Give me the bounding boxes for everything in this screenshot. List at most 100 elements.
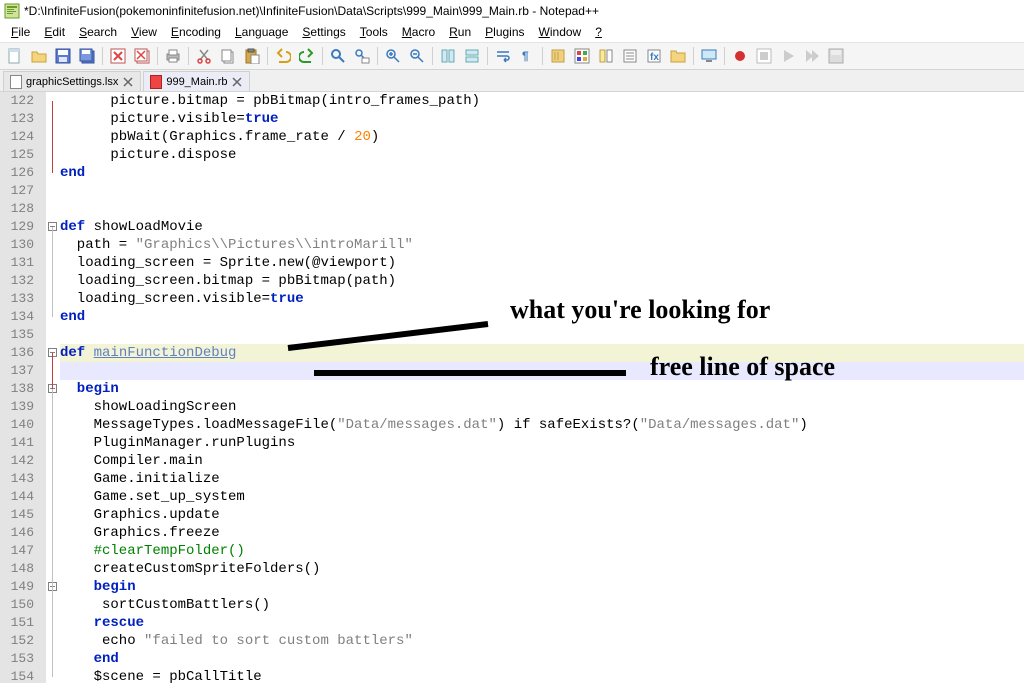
code-line[interactable]: #clearTempFolder(): [60, 542, 1024, 560]
code-line[interactable]: loading_screen.visible=true: [60, 290, 1024, 308]
line-number: 140: [0, 416, 40, 434]
menu-encoding[interactable]: Encoding: [164, 24, 228, 40]
menu-view[interactable]: View: [124, 24, 164, 40]
line-number: 151: [0, 614, 40, 632]
new-file-icon[interactable]: [4, 45, 26, 67]
code-line[interactable]: [60, 200, 1024, 218]
tab-graphicsettings-lsx[interactable]: graphicSettings.lsx: [3, 71, 141, 91]
menu-search[interactable]: Search: [72, 24, 124, 40]
copy-icon[interactable]: [217, 45, 239, 67]
code-line[interactable]: loading_screen.bitmap = pbBitmap(path): [60, 272, 1024, 290]
menu-edit[interactable]: Edit: [37, 24, 72, 40]
menu-window[interactable]: Window: [532, 24, 589, 40]
code-line[interactable]: picture.visible=true: [60, 110, 1024, 128]
line-number: 135: [0, 326, 40, 344]
code-line[interactable]: [60, 182, 1024, 200]
menu-help[interactable]: ?: [588, 24, 609, 40]
menu-file[interactable]: File: [4, 24, 37, 40]
code-line[interactable]: end: [60, 164, 1024, 182]
line-number: 150: [0, 596, 40, 614]
code-editor[interactable]: 1221231241251261271281291301311321331341…: [0, 92, 1024, 683]
cut-icon[interactable]: [193, 45, 215, 67]
record-icon[interactable]: [729, 45, 751, 67]
code-line[interactable]: path = "Graphics\\Pictures\\introMarill": [60, 236, 1024, 254]
save-all-icon[interactable]: [76, 45, 98, 67]
wordwrap-icon[interactable]: [492, 45, 514, 67]
zoom-in-icon[interactable]: [382, 45, 404, 67]
code-line[interactable]: Graphics.update: [60, 506, 1024, 524]
line-number: 139: [0, 398, 40, 416]
menu-run[interactable]: Run: [442, 24, 478, 40]
print-icon[interactable]: [162, 45, 184, 67]
line-number: 124: [0, 128, 40, 146]
menu-plugins[interactable]: Plugins: [478, 24, 531, 40]
close-icon[interactable]: [107, 45, 129, 67]
sync-v-icon[interactable]: [437, 45, 459, 67]
func-list-icon[interactable]: fx: [643, 45, 665, 67]
menu-language[interactable]: Language: [228, 24, 295, 40]
save-macro-icon[interactable]: [825, 45, 847, 67]
code-line[interactable]: def mainFunctionDebug: [60, 344, 1024, 362]
paste-icon[interactable]: [241, 45, 263, 67]
code-line[interactable]: createCustomSpriteFolders(): [60, 560, 1024, 578]
code-line[interactable]: begin: [60, 578, 1024, 596]
redo-icon[interactable]: [296, 45, 318, 67]
sync-h-icon[interactable]: [461, 45, 483, 67]
code-line[interactable]: picture.bitmap = pbBitmap(intro_frames_p…: [60, 92, 1024, 110]
code-line[interactable]: PluginManager.runPlugins: [60, 434, 1024, 452]
code-line[interactable]: echo "failed to sort custom battlers": [60, 632, 1024, 650]
file-icon: [10, 75, 22, 89]
save-icon[interactable]: [52, 45, 74, 67]
code-line[interactable]: sortCustomBattlers(): [60, 596, 1024, 614]
folder-icon[interactable]: [667, 45, 689, 67]
code-line[interactable]: Graphics.freeze: [60, 524, 1024, 542]
code-line[interactable]: [60, 326, 1024, 344]
zoom-out-icon[interactable]: [406, 45, 428, 67]
code-line[interactable]: loading_screen = Sprite.new(@viewport): [60, 254, 1024, 272]
doc-list-icon[interactable]: [619, 45, 641, 67]
tab-999_main-rb[interactable]: 999_Main.rb: [143, 71, 250, 91]
code-line[interactable]: def showLoadMovie: [60, 218, 1024, 236]
replace-icon[interactable]: [351, 45, 373, 67]
monitor-icon[interactable]: [698, 45, 720, 67]
line-number: 137: [0, 362, 40, 380]
code-line[interactable]: $scene = pbCallTitle: [60, 668, 1024, 686]
play-icon[interactable]: [777, 45, 799, 67]
code-line[interactable]: Game.initialize: [60, 470, 1024, 488]
tab-label: 999_Main.rb: [166, 76, 227, 88]
stop-icon[interactable]: [753, 45, 775, 67]
code-line[interactable]: showLoadingScreen: [60, 398, 1024, 416]
undo-icon[interactable]: [272, 45, 294, 67]
udl-icon[interactable]: [571, 45, 593, 67]
tab-close-icon[interactable]: [231, 76, 243, 88]
find-icon[interactable]: [327, 45, 349, 67]
code-line[interactable]: Game.set_up_system: [60, 488, 1024, 506]
code-line[interactable]: picture.dispose: [60, 146, 1024, 164]
line-number: 131: [0, 254, 40, 272]
window-title: *D:\InfiniteFusion(pokemoninfinitefusion…: [24, 4, 599, 18]
code-line[interactable]: end: [60, 650, 1024, 668]
play-multi-icon[interactable]: [801, 45, 823, 67]
fold-guide: [52, 101, 53, 173]
code-line[interactable]: begin: [60, 380, 1024, 398]
doc-map-icon[interactable]: [595, 45, 617, 67]
show-all-icon[interactable]: ¶: [516, 45, 538, 67]
line-number: 130: [0, 236, 40, 254]
code-line[interactable]: rescue: [60, 614, 1024, 632]
line-number: 142: [0, 452, 40, 470]
line-number: 127: [0, 182, 40, 200]
indent-guide-icon[interactable]: [547, 45, 569, 67]
menu-settings[interactable]: Settings: [295, 24, 352, 40]
annotation-arrow-1: [278, 318, 498, 358]
menu-bar: FileEditSearchViewEncodingLanguageSettin…: [0, 22, 1024, 42]
code-line[interactable]: end: [60, 308, 1024, 326]
open-file-icon[interactable]: [28, 45, 50, 67]
code-line[interactable]: pbWait(Graphics.frame_rate / 20): [60, 128, 1024, 146]
line-number: 146: [0, 524, 40, 542]
menu-macro[interactable]: Macro: [395, 24, 442, 40]
code-line[interactable]: MessageTypes.loadMessageFile("Data/messa…: [60, 416, 1024, 434]
menu-tools[interactable]: Tools: [353, 24, 395, 40]
code-line[interactable]: Compiler.main: [60, 452, 1024, 470]
close-all-icon[interactable]: [131, 45, 153, 67]
tab-close-icon[interactable]: [122, 76, 134, 88]
